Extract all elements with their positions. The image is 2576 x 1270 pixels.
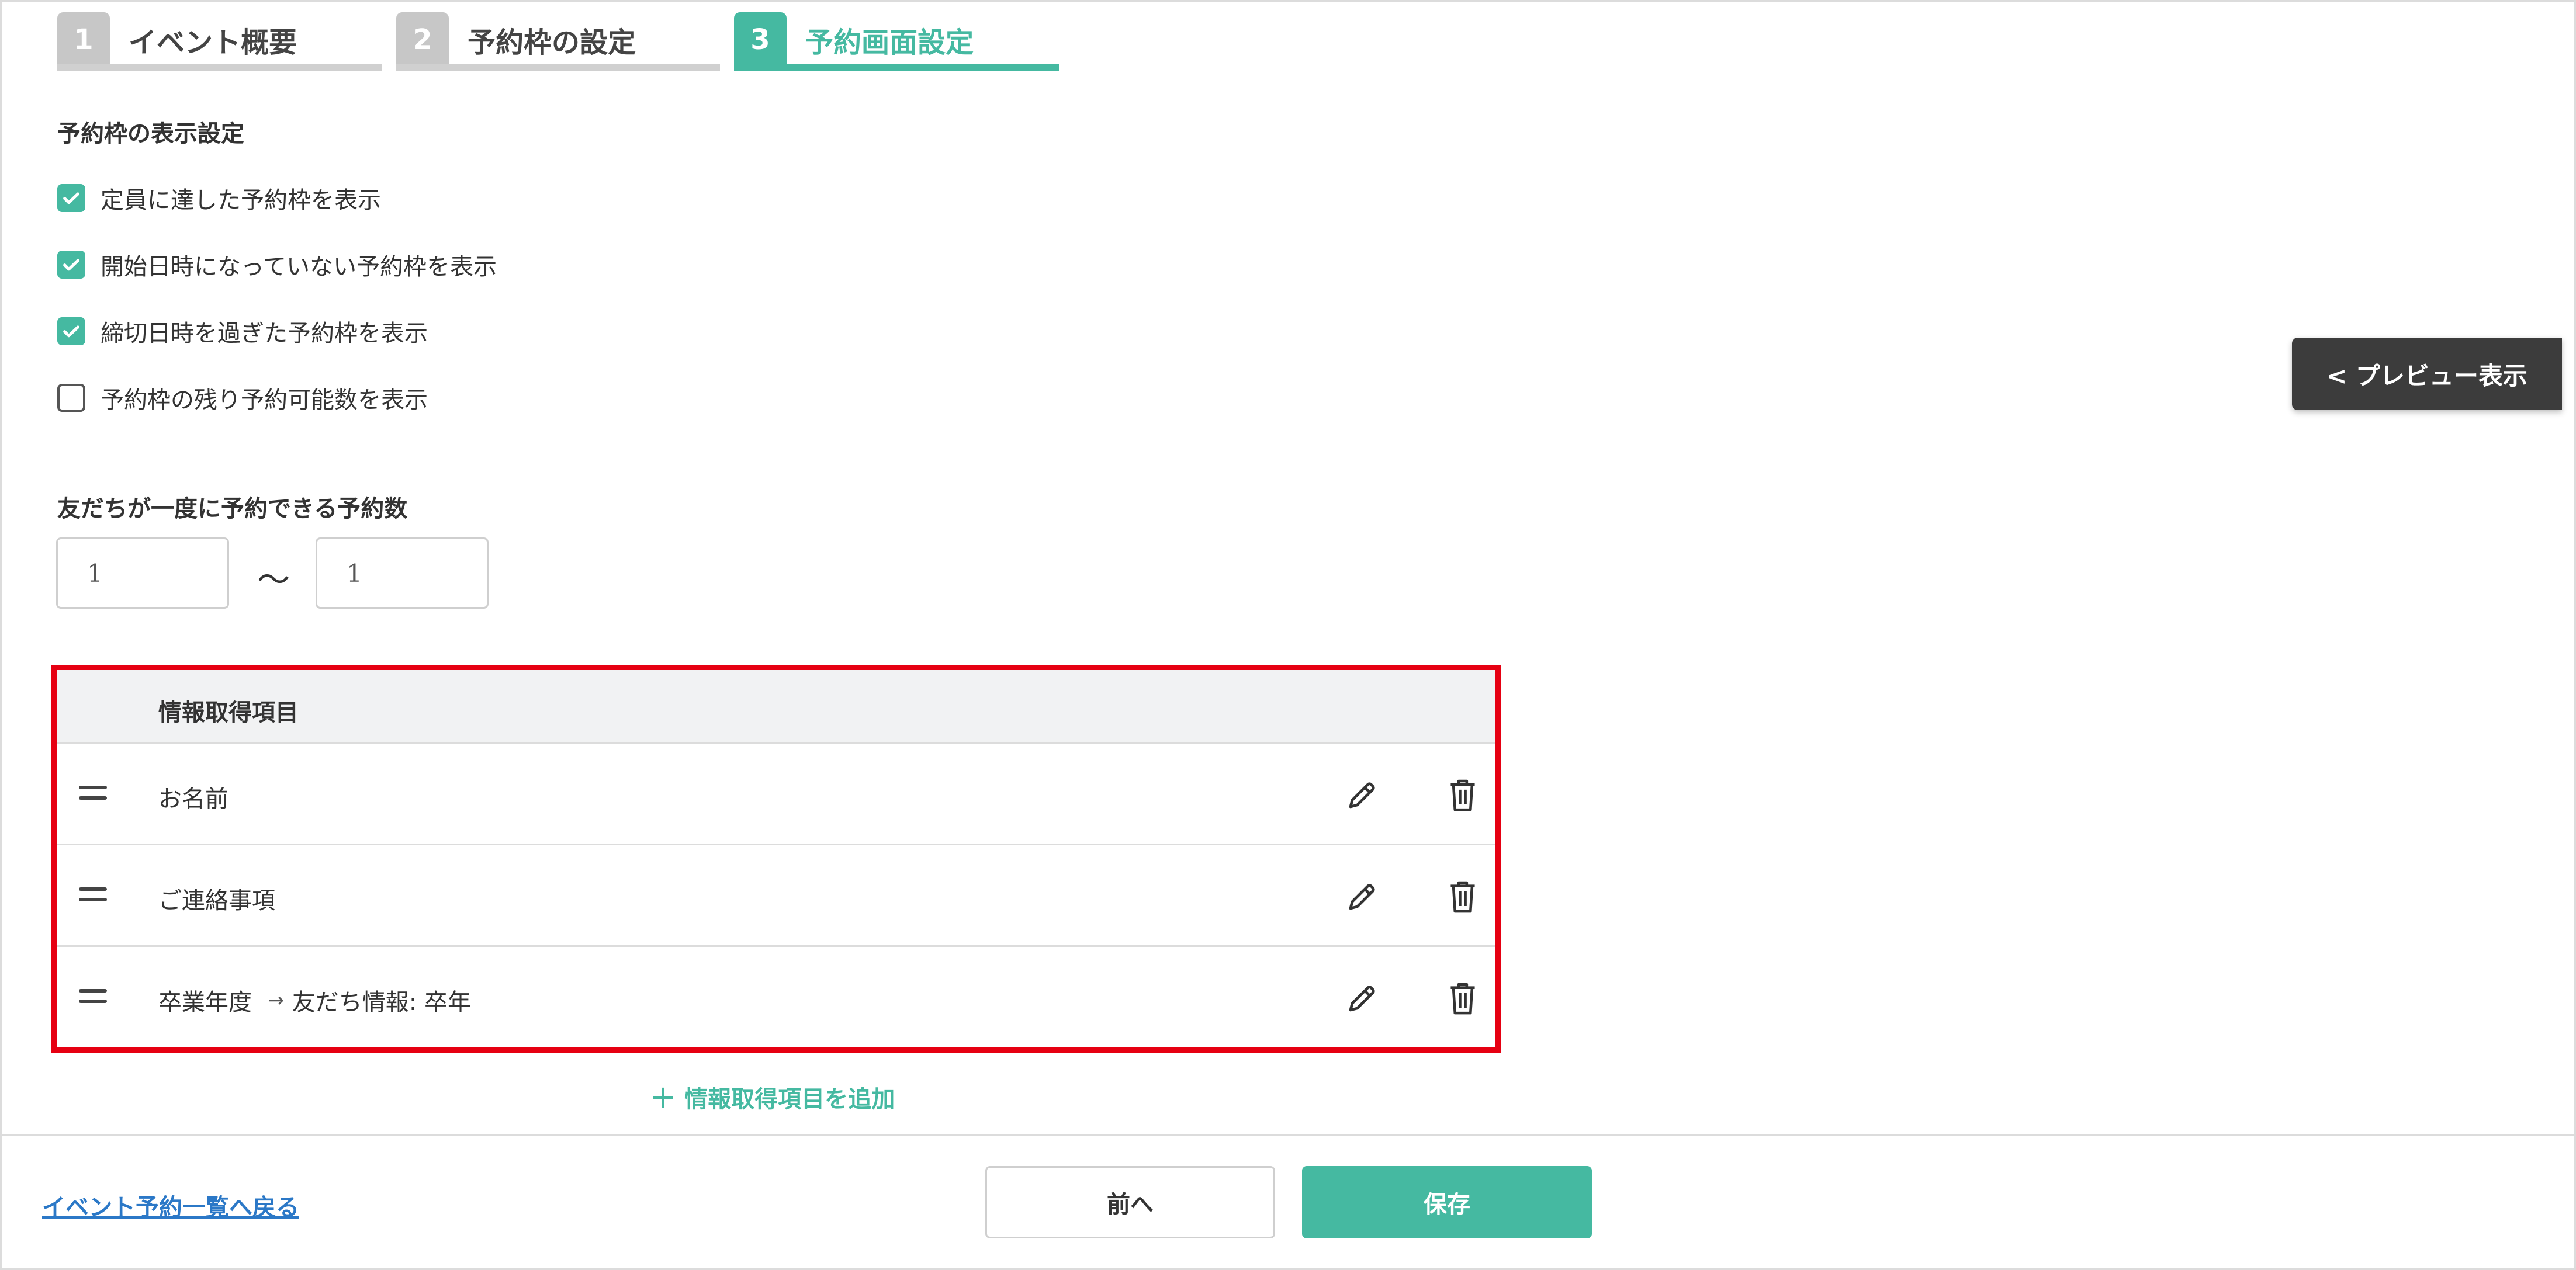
- option-past-deadline-slots-label: 締切日時を過ぎた予約枠を表示: [101, 320, 428, 347]
- step-3-label: 予約画面設定: [805, 26, 974, 59]
- row-name: 卒業年度 → 友だち情報: 卒年: [158, 983, 471, 1017]
- drag-handle-icon[interactable]: [79, 887, 107, 903]
- option-remaining-count[interactable]: 予約枠の残り予約可能数を表示: [57, 381, 428, 415]
- trash-icon[interactable]: [1446, 878, 1479, 915]
- display-settings-title: 予約枠の表示設定: [57, 120, 244, 147]
- trash-icon[interactable]: [1446, 776, 1479, 814]
- info-items-table: 情報取得項目 お名前 ご連絡事項 卒業年度 → 友だち情報: 卒年: [51, 665, 1501, 1053]
- row-name-text: ご連絡事項: [158, 887, 275, 914]
- option-not-started-slots[interactable]: 開始日時になっていない予約枠を表示: [57, 248, 497, 282]
- preview-toggle-button[interactable]: < プレビュー表示: [2292, 338, 2562, 410]
- reservation-count-title: 友だちが一度に予約できる予約数: [57, 495, 408, 522]
- step-2-bar: [396, 64, 720, 71]
- drag-handle-icon[interactable]: [79, 786, 107, 801]
- drag-handle-icon[interactable]: [79, 989, 107, 1004]
- max-count-input[interactable]: 1: [316, 537, 489, 609]
- pencil-icon[interactable]: [1345, 879, 1380, 914]
- table-row: お名前: [57, 744, 1495, 845]
- footer-divider: [0, 1134, 2576, 1136]
- table-row: ご連絡事項: [57, 845, 1495, 947]
- step-1[interactable]: 1 イベント概要: [57, 8, 382, 71]
- table-header-title: 情報取得項目: [158, 699, 299, 726]
- step-1-label: イベント概要: [129, 26, 297, 59]
- step-3-bar: [734, 64, 1059, 71]
- option-not-started-slots-label: 開始日時になっていない予約枠を表示: [101, 254, 497, 280]
- arrow-right-icon: →: [268, 989, 284, 1011]
- add-info-item-link[interactable]: + 情報取得項目を追加: [650, 1078, 895, 1115]
- save-button[interactable]: 保存: [1302, 1166, 1592, 1238]
- row-name-text: 卒業年度: [158, 989, 252, 1016]
- option-past-deadline-slots[interactable]: 締切日時を過ぎた予約枠を表示: [57, 314, 428, 348]
- row-mapping-text: 友だち情報: 卒年: [292, 989, 472, 1016]
- option-remaining-count-label: 予約枠の残り予約可能数を表示: [101, 387, 428, 414]
- row-name: お名前: [158, 780, 228, 814]
- row-name-text: お名前: [158, 786, 228, 813]
- checkbox-checked[interactable]: [57, 317, 85, 345]
- step-1-bar: [57, 64, 382, 71]
- step-2-number: 2: [396, 12, 449, 67]
- check-icon: [63, 192, 79, 204]
- prev-button[interactable]: 前へ: [985, 1166, 1275, 1238]
- option-full-slots[interactable]: 定員に達した予約枠を表示: [57, 181, 381, 215]
- checkbox-unchecked[interactable]: [57, 384, 85, 412]
- check-icon: [63, 259, 79, 271]
- option-full-slots-label: 定員に達した予約枠を表示: [101, 187, 381, 214]
- checkbox-checked[interactable]: [57, 251, 85, 279]
- checkbox-checked[interactable]: [57, 184, 85, 212]
- step-1-number: 1: [57, 12, 110, 67]
- plus-icon: +: [650, 1078, 677, 1115]
- range-separator: 〜: [257, 561, 290, 599]
- step-3[interactable]: 3 予約画面設定: [734, 8, 1059, 71]
- back-to-list-link[interactable]: イベント予約一覧へ戻る: [42, 1188, 299, 1222]
- table-header: 情報取得項目: [57, 670, 1495, 744]
- min-count-input[interactable]: 1: [56, 537, 229, 609]
- step-2[interactable]: 2 予約枠の設定: [396, 8, 720, 71]
- add-info-item-label: 情報取得項目を追加: [684, 1085, 895, 1113]
- step-3-number: 3: [734, 12, 787, 67]
- pencil-icon[interactable]: [1345, 778, 1380, 813]
- trash-icon[interactable]: [1446, 980, 1479, 1017]
- page-frame: [0, 0, 2576, 1270]
- table-row: 卒業年度 → 友だち情報: 卒年: [57, 947, 1495, 1049]
- step-2-label: 予約枠の設定: [468, 26, 636, 59]
- pencil-icon[interactable]: [1345, 981, 1380, 1016]
- check-icon: [63, 325, 79, 338]
- row-name: ご連絡事項: [158, 882, 275, 915]
